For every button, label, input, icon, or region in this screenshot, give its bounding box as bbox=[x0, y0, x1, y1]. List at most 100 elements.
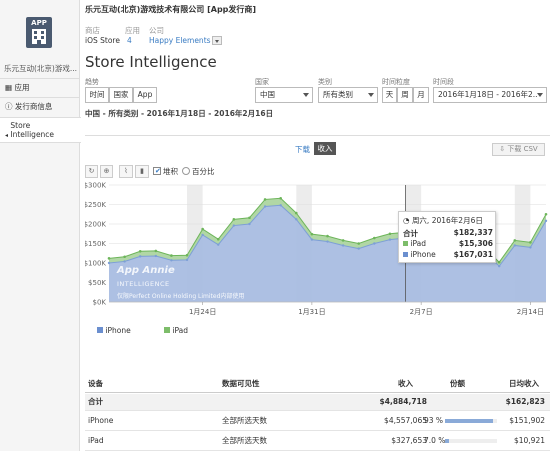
apps-label: 应用 bbox=[125, 26, 140, 35]
cell-revenue: $4,557,065 bbox=[384, 416, 427, 425]
series-iphone-point bbox=[201, 233, 204, 237]
series-iphone-point bbox=[341, 244, 345, 247]
iphone-legend-swatch bbox=[97, 327, 103, 333]
chart-tooltip: ◔ 周六, 2016年2月6日 合计 $182,337 iPad $15,306 i… bbox=[398, 211, 496, 263]
series-ipad-point bbox=[138, 250, 142, 253]
series-iphone-point bbox=[388, 238, 392, 241]
ipad-legend-swatch bbox=[164, 327, 170, 333]
stack-checkbox[interactable]: ✔ bbox=[153, 167, 161, 175]
percent-label: 百分比 bbox=[192, 167, 215, 176]
granularity-month-button[interactable]: 月 bbox=[413, 87, 429, 103]
cell-share: 93 % bbox=[424, 416, 444, 425]
trend-app-button[interactable]: App bbox=[133, 87, 157, 103]
series-iphone-point bbox=[513, 244, 516, 247]
series-ipad-point bbox=[529, 241, 532, 244]
download-icon: ⇩ bbox=[499, 145, 506, 153]
sidebar-item-label: 发行商信息 bbox=[14, 102, 53, 111]
series-ipad-point bbox=[357, 242, 361, 245]
series-iphone-point bbox=[154, 254, 158, 258]
date-range-value: 2016年1月18日 - 2016年2... bbox=[438, 90, 540, 99]
series-iphone-point bbox=[263, 205, 267, 208]
series-iphone-point bbox=[544, 219, 548, 223]
watermark-title: App Annie bbox=[117, 265, 175, 276]
table-header: 设备 数据可见性 收入 份额 日均收入 bbox=[85, 376, 550, 393]
export-csv-label: 下载 CSV bbox=[507, 145, 538, 153]
series-iphone-point bbox=[248, 222, 251, 226]
country-filter-label: 国家 bbox=[255, 78, 269, 86]
sidebar-item-label: Store Intelligence bbox=[10, 121, 55, 139]
series-ipad-point bbox=[341, 239, 345, 242]
trend-country-button[interactable]: 国家 bbox=[109, 87, 133, 103]
legend-iphone[interactable]: iPhone bbox=[97, 326, 131, 335]
series-ipad-point bbox=[123, 255, 126, 259]
tab-revenue[interactable]: 收入 bbox=[314, 142, 336, 155]
clock-icon: ◔ bbox=[403, 216, 410, 225]
header-share: 份额 bbox=[450, 379, 465, 388]
cell-visibility: 全部所选天数 bbox=[222, 436, 267, 445]
series-iphone-point bbox=[217, 243, 220, 246]
reset-icon[interactable]: ↻ bbox=[85, 165, 98, 178]
sidebar-item-publisher-info[interactable]: ⓘ 发行商信息 bbox=[0, 97, 80, 116]
x-tick-label: 2月7日 bbox=[410, 308, 433, 316]
tooltip-total-value: $182,337 bbox=[453, 228, 493, 237]
company-dropdown-button[interactable] bbox=[212, 36, 222, 45]
sidebar-item-label: 应用 bbox=[14, 83, 30, 92]
app-icon-label: APP bbox=[31, 19, 47, 27]
iphone-swatch bbox=[403, 252, 408, 257]
series-ipad-point bbox=[373, 236, 376, 240]
series-ipad-point bbox=[388, 232, 392, 236]
table-row: iPad 全部所选天数 $327,653 7.0 % $10,921 bbox=[85, 431, 550, 451]
series-ipad-point bbox=[310, 232, 314, 236]
line-chart-icon[interactable]: ⌇ bbox=[119, 165, 133, 178]
series-iphone-point bbox=[185, 258, 189, 262]
sidebar-item-store-intelligence[interactable]: ◂ Store Intelligence bbox=[0, 117, 81, 143]
series-iphone-point bbox=[295, 218, 298, 221]
category-select[interactable]: 所有类别 bbox=[318, 87, 378, 103]
tooltip-row-iphone: iPhone $167,031 bbox=[403, 250, 493, 259]
publisher-name: 乐元互动(北京)游戏... bbox=[4, 64, 78, 73]
header-device: 设备 bbox=[88, 379, 103, 388]
sidebar-item-apps[interactable]: ▦ 应用 bbox=[0, 78, 80, 97]
series-iphone-point bbox=[139, 255, 142, 258]
series-ipad-point bbox=[263, 198, 267, 201]
granularity-week-button[interactable]: 周 bbox=[397, 87, 413, 103]
cell-avg: $162,823 bbox=[505, 397, 545, 406]
series-ipad-point bbox=[201, 227, 204, 231]
app-count-link[interactable]: 4 bbox=[127, 36, 132, 45]
series-iphone-point bbox=[326, 240, 329, 243]
percent-radio[interactable] bbox=[182, 167, 190, 175]
cell-device: 合计 bbox=[88, 397, 103, 406]
date-range-select[interactable]: 2016年1月18日 - 2016年2... bbox=[433, 87, 547, 103]
tooltip-date-text: 周六, 2016年2月6日 bbox=[411, 216, 483, 225]
cell-device: iPhone bbox=[88, 416, 114, 425]
date-filter-label: 时间段 bbox=[433, 78, 454, 86]
chevron-down-icon bbox=[303, 93, 309, 97]
legend-ipad[interactable]: iPad bbox=[164, 326, 188, 335]
cell-avg: $151,902 bbox=[509, 416, 545, 425]
series-iphone-point bbox=[279, 204, 282, 207]
bar-chart-icon[interactable]: ▮ bbox=[135, 165, 149, 178]
x-tick-label: 1月24日 bbox=[189, 308, 216, 316]
trend-time-button[interactable]: 时间 bbox=[85, 87, 109, 103]
tooltip-ipad-value: $15,306 bbox=[458, 239, 493, 248]
series-ipad-point bbox=[326, 234, 329, 238]
tab-downloads[interactable]: 下载 bbox=[295, 144, 310, 155]
app-logo-icon: APP bbox=[26, 17, 52, 48]
legend-ipad-label: iPad bbox=[172, 326, 189, 335]
table-row: 合计 $4,884,718 $162,823 bbox=[85, 394, 550, 411]
series-iphone-point bbox=[373, 242, 376, 245]
company-link[interactable]: Happy Elements bbox=[149, 36, 211, 45]
company-title: 乐元互动(北京)游戏技术有限公司 [App发行商] bbox=[85, 5, 257, 14]
country-select[interactable]: 中国 bbox=[255, 87, 313, 103]
series-ipad-point bbox=[544, 212, 548, 216]
series-ipad-point bbox=[279, 196, 282, 200]
zoom-icon[interactable]: ⊕ bbox=[100, 165, 113, 178]
series-ipad-point bbox=[154, 249, 158, 253]
divider bbox=[85, 135, 550, 136]
granularity-day-button[interactable]: 天 bbox=[382, 87, 397, 103]
caret-icon: ◂ bbox=[5, 132, 9, 139]
category-filter-label: 类别 bbox=[318, 78, 332, 86]
y-tick-label: $0K bbox=[93, 299, 107, 307]
series-ipad-point bbox=[294, 211, 298, 215]
export-csv-button[interactable]: ⇩ 下载 CSV bbox=[492, 143, 545, 156]
